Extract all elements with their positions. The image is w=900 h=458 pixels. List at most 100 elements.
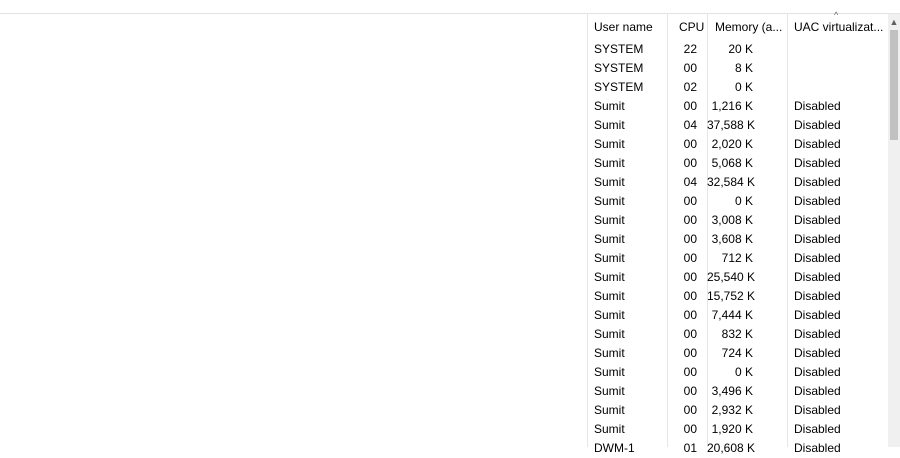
process-row[interactable]: Sumit 00 3,008 K Disabled	[587, 211, 888, 230]
process-row[interactable]: Sumit 00 712 K Disabled	[587, 249, 888, 268]
cell-uac-virtualization: Disabled	[794, 194, 841, 208]
cell-memory: 20 K	[728, 42, 753, 56]
cell-uac-virtualization: Disabled	[794, 346, 841, 360]
cell-uac-virtualization: Disabled	[794, 99, 841, 113]
cell-memory: 3,496 K	[711, 384, 753, 398]
cell-memory: 32,584 K	[707, 175, 756, 189]
cell-uac-virtualization: Disabled	[794, 118, 841, 132]
process-row[interactable]: Sumit 00 15,752 K Disabled	[587, 287, 888, 306]
column-header-row: User name CPU Memory (a... UAC virtualiz…	[587, 14, 888, 40]
cell-uac-virtualization: Disabled	[794, 308, 841, 322]
cell-cpu: 00	[683, 384, 697, 398]
cell-memory: 2,020 K	[711, 137, 753, 151]
cell-cpu: 00	[683, 137, 697, 151]
process-row[interactable]: SYSTEM 00 8 K	[587, 59, 888, 78]
process-row[interactable]: Sumit 00 0 K Disabled	[587, 363, 888, 382]
cell-user-name: Sumit	[594, 137, 625, 151]
cell-cpu: 00	[683, 213, 697, 227]
cell-uac-virtualization: Disabled	[794, 327, 841, 341]
cell-memory: 0 K	[734, 194, 753, 208]
cell-uac-virtualization: Disabled	[794, 232, 841, 246]
cell-user-name: Sumit	[594, 213, 625, 227]
cell-cpu: 00	[683, 194, 697, 208]
vertical-scrollbar[interactable]: ▲	[888, 14, 900, 447]
cell-cpu: 04	[683, 175, 697, 189]
process-row[interactable]: Sumit 00 2,020 K Disabled	[587, 135, 888, 154]
process-row[interactable]: Sumit 04 37,588 K Disabled	[587, 116, 888, 135]
cell-uac-virtualization: Disabled	[794, 251, 841, 265]
cell-cpu: 00	[683, 232, 697, 246]
cell-cpu: 00	[683, 308, 697, 322]
cell-memory: 25,540 K	[707, 270, 756, 284]
process-row[interactable]: SYSTEM 22 20 K	[587, 40, 888, 59]
cell-memory: 37,588 K	[707, 118, 756, 132]
cell-user-name: Sumit	[594, 270, 625, 284]
cell-memory: 3,608 K	[711, 232, 753, 246]
process-row[interactable]: Sumit 00 7,444 K Disabled	[587, 306, 888, 325]
cell-user-name: Sumit	[594, 251, 625, 265]
cell-memory: 0 K	[734, 365, 753, 379]
process-row[interactable]: Sumit 04 32,584 K Disabled	[587, 173, 888, 192]
cell-user-name: SYSTEM	[594, 61, 644, 75]
cell-user-name: Sumit	[594, 422, 625, 436]
cell-uac-virtualization: Disabled	[794, 175, 841, 189]
cell-uac-virtualization: Disabled	[794, 289, 841, 303]
process-row[interactable]: Sumit 00 3,608 K Disabled	[587, 230, 888, 249]
process-row[interactable]: Sumit 00 25,540 K Disabled	[587, 268, 888, 287]
cell-user-name: Sumit	[594, 118, 625, 132]
cell-uac-virtualization: Disabled	[794, 270, 841, 284]
cell-cpu: 00	[683, 327, 697, 341]
process-row[interactable]: Sumit 00 1,920 K Disabled	[587, 420, 888, 439]
cell-memory: 5,068 K	[711, 156, 753, 170]
column-header-memory[interactable]: Memory (a...	[715, 14, 782, 40]
cell-user-name: Sumit	[594, 175, 625, 189]
process-list: SYSTEM 22 20 K SYSTEM 00 8 K SYSTEM 02 0 K Sumit 0…	[587, 40, 888, 458]
cell-uac-virtualization: Disabled	[794, 384, 841, 398]
cell-user-name: DWM-1	[594, 441, 635, 455]
cell-cpu: 01	[683, 441, 697, 455]
cell-cpu: 00	[683, 156, 697, 170]
cell-uac-virtualization: Disabled	[794, 156, 841, 170]
process-row[interactable]: Sumit 00 1,216 K Disabled	[587, 97, 888, 116]
cell-user-name: Sumit	[594, 308, 625, 322]
cell-user-name: Sumit	[594, 384, 625, 398]
cell-cpu: 00	[683, 346, 697, 360]
cell-memory: 0 K	[734, 80, 753, 94]
column-header-cpu[interactable]: CPU	[679, 14, 704, 40]
cell-user-name: Sumit	[594, 289, 625, 303]
cell-uac-virtualization: Disabled	[794, 403, 841, 417]
cell-user-name: Sumit	[594, 365, 625, 379]
process-row[interactable]: DWM-1 01 20,608 K Disabled	[587, 439, 888, 458]
scrollbar-thumb[interactable]	[890, 30, 898, 140]
process-row[interactable]: Sumit 00 0 K Disabled	[587, 192, 888, 211]
cell-cpu: 00	[683, 270, 697, 284]
cell-memory: 712 K	[721, 251, 753, 265]
cell-cpu: 00	[683, 99, 697, 113]
process-row[interactable]: SYSTEM 02 0 K	[587, 78, 888, 97]
process-row[interactable]: Sumit 00 832 K Disabled	[587, 325, 888, 344]
cell-cpu: 00	[683, 289, 697, 303]
cell-uac-virtualization: Disabled	[794, 365, 841, 379]
cell-user-name: Sumit	[594, 156, 625, 170]
cell-memory: 8 K	[734, 61, 753, 75]
cell-cpu: 00	[683, 251, 697, 265]
sort-ascending-icon: ^	[834, 10, 839, 20]
process-row[interactable]: Sumit 00 724 K Disabled	[587, 344, 888, 363]
cell-cpu: 00	[683, 61, 697, 75]
cell-memory: 832 K	[721, 327, 753, 341]
cell-cpu: 00	[683, 365, 697, 379]
process-row[interactable]: Sumit 00 3,496 K Disabled	[587, 382, 888, 401]
cell-memory: 724 K	[721, 346, 753, 360]
cell-uac-virtualization: Disabled	[794, 137, 841, 151]
cell-memory: 1,920 K	[711, 422, 753, 436]
scroll-up-arrow-icon[interactable]: ▲	[888, 14, 900, 30]
cell-cpu: 02	[683, 80, 697, 94]
process-row[interactable]: Sumit 00 2,932 K Disabled	[587, 401, 888, 420]
cell-uac-virtualization: Disabled	[794, 422, 841, 436]
column-header-user-name[interactable]: User name	[594, 14, 653, 40]
cell-uac-virtualization: Disabled	[794, 213, 841, 227]
process-row[interactable]: Sumit 00 5,068 K Disabled	[587, 154, 888, 173]
cell-memory: 2,932 K	[711, 403, 753, 417]
cell-cpu: 04	[683, 118, 697, 132]
cell-uac-virtualization: Disabled	[794, 441, 841, 455]
